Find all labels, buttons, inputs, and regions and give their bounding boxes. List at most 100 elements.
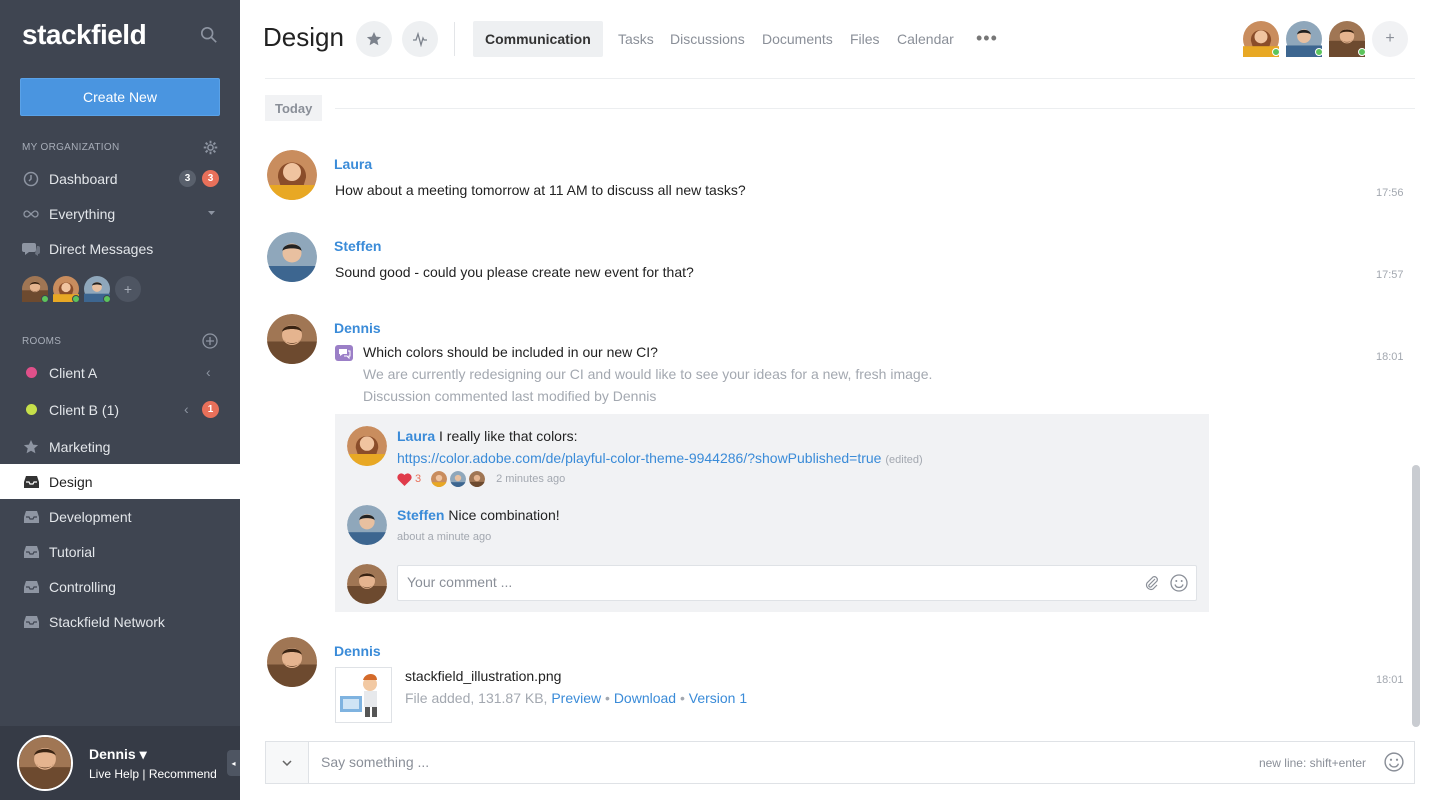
header-divider xyxy=(454,22,455,56)
current-user-name[interactable]: Dennis ▾ xyxy=(89,746,147,763)
emoji-icon[interactable] xyxy=(1384,752,1404,772)
sidebar-item-label: Client A xyxy=(49,364,98,381)
stackfield-logo[interactable]: stackfield xyxy=(22,19,147,51)
sidebar-item-label: Everything xyxy=(49,205,116,222)
chevron-left-icon[interactable]: ‹ xyxy=(206,364,211,380)
preview-link[interactable]: Preview xyxy=(551,690,601,706)
download-link[interactable]: Download xyxy=(614,690,676,706)
file-name[interactable]: stackfield_illustration.png xyxy=(405,668,561,684)
page-title: Design xyxy=(263,22,344,52)
comment-text: I really like that colors: xyxy=(439,428,578,444)
sidebar-item-development[interactable]: Development xyxy=(0,499,240,534)
sidebar-item-dashboard[interactable]: Dashboard 3 3 xyxy=(0,161,240,196)
add-member-button[interactable]: + xyxy=(1372,21,1408,57)
tab-files[interactable]: Files xyxy=(850,21,880,57)
inbox-icon xyxy=(22,508,40,526)
tab-documents[interactable]: Documents xyxy=(762,21,833,57)
emoji-icon[interactable] xyxy=(1170,574,1188,592)
avatar-laura[interactable] xyxy=(347,426,387,466)
chat-icon xyxy=(22,240,40,258)
comment-author[interactable]: Laura xyxy=(397,428,435,444)
message-composer: new line: shift+enter xyxy=(265,741,1415,784)
feed-scrollbar[interactable] xyxy=(1412,465,1420,727)
sidebar-item-marketing[interactable]: Marketing xyxy=(0,429,240,464)
sidebar-item-label: Design xyxy=(49,473,93,490)
sidebar-item-client-b[interactable]: Client B (1) ‹ 1 xyxy=(0,392,240,427)
separator: • xyxy=(601,690,614,706)
message-author[interactable]: Dennis xyxy=(334,643,381,659)
message-author[interactable]: Laura xyxy=(334,156,372,172)
more-options-icon[interactable]: ••• xyxy=(976,28,998,49)
current-user-avatar[interactable] xyxy=(17,735,73,791)
search-icon[interactable] xyxy=(200,26,218,44)
avatar-laura[interactable] xyxy=(267,150,317,200)
avatar-steffen[interactable] xyxy=(267,232,317,282)
sidebar-item-everything[interactable]: Everything xyxy=(0,196,240,231)
edited-label: (edited) xyxy=(885,454,923,466)
paperclip-icon[interactable] xyxy=(1143,574,1161,592)
composer-options-button[interactable] xyxy=(266,742,309,783)
avatar-steffen[interactable] xyxy=(84,276,111,303)
inbox-icon xyxy=(22,578,40,596)
discussion-body: We are currently redesigning our CI and … xyxy=(363,366,933,382)
sidebar-item-client-a[interactable]: Client A ‹ xyxy=(0,355,240,390)
room-header: Design Communication Tasks Discussions D… xyxy=(240,0,1440,78)
file-thumbnail[interactable] xyxy=(335,667,392,723)
infinity-icon xyxy=(22,205,40,223)
avatar-dennis[interactable] xyxy=(267,637,317,687)
message-author[interactable]: Dennis xyxy=(334,320,381,336)
sidebar-item-direct-messages[interactable]: Direct Messages xyxy=(0,231,240,266)
create-new-button[interactable]: Create New xyxy=(20,78,220,116)
like-count: 3 xyxy=(415,473,422,485)
sidebar-item-stackfield-network[interactable]: Stackfield Network xyxy=(0,604,240,639)
footer-links[interactable]: Live Help | Recommend xyxy=(89,767,217,781)
heart-icon[interactable] xyxy=(397,472,412,486)
star-icon xyxy=(366,32,382,46)
message-author[interactable]: Steffen xyxy=(334,238,381,254)
caret-down-icon[interactable] xyxy=(208,211,215,216)
star-icon xyxy=(22,438,40,456)
sidebar-item-controlling[interactable]: Controlling xyxy=(0,569,240,604)
member-avatar-laura[interactable] xyxy=(1243,21,1280,57)
version-link[interactable]: Version 1 xyxy=(689,690,747,706)
sidebar-item-design[interactable]: Design xyxy=(0,464,240,499)
day-separator-line xyxy=(335,108,1415,109)
message-input[interactable] xyxy=(321,754,1171,770)
gear-icon[interactable] xyxy=(203,140,218,155)
message-text: How about a meeting tomorrow at 11 AM to… xyxy=(335,182,746,198)
activity-button[interactable] xyxy=(402,21,438,57)
sidebar-item-tutorial[interactable]: Tutorial xyxy=(0,534,240,569)
room-color-dot xyxy=(25,367,37,378)
sidebar-item-label: Tutorial xyxy=(49,543,96,560)
tab-discussions[interactable]: Discussions xyxy=(670,21,745,57)
tab-communication[interactable]: Communication xyxy=(473,21,603,57)
avatar-steffen[interactable] xyxy=(347,505,387,545)
discussion-title[interactable]: Which colors should be included in our n… xyxy=(363,344,658,360)
comment-link[interactable]: https://color.adobe.com/de/playful-color… xyxy=(397,450,881,466)
comment-input[interactable] xyxy=(407,574,1107,590)
activity-icon xyxy=(413,31,427,47)
add-direct-message-button[interactable]: + xyxy=(115,276,141,302)
dashboard-notification-badge: 3 xyxy=(202,170,219,187)
my-organization-label: MY ORGANIZATION xyxy=(22,142,120,153)
header-underline xyxy=(265,78,1415,79)
member-avatar-dennis[interactable] xyxy=(1329,21,1366,57)
sidebar: stackfield Create New MY ORGANIZATION Da… xyxy=(0,0,240,800)
member-avatar-steffen[interactable] xyxy=(1286,21,1323,57)
avatar-dennis[interactable] xyxy=(22,276,49,303)
inbox-icon xyxy=(22,473,40,491)
add-room-icon[interactable] xyxy=(202,333,218,349)
reaction-row: 3 2 minutes ago xyxy=(397,471,565,487)
avatar-laura[interactable] xyxy=(53,276,80,303)
comment-line: Laura I really like that colors: xyxy=(397,428,578,444)
room-color-dot xyxy=(25,404,37,415)
tab-calendar[interactable]: Calendar xyxy=(897,21,954,57)
sidebar-item-label: Dashboard xyxy=(49,170,118,187)
avatar-dennis[interactable] xyxy=(267,314,317,364)
inbox-icon xyxy=(22,543,40,561)
tab-tasks[interactable]: Tasks xyxy=(618,21,654,57)
collapse-sidebar-icon[interactable]: ◂ xyxy=(227,750,240,776)
chevron-left-icon[interactable]: ‹ xyxy=(184,401,189,417)
favorite-star-button[interactable] xyxy=(356,21,392,57)
comment-author[interactable]: Steffen xyxy=(397,507,444,523)
